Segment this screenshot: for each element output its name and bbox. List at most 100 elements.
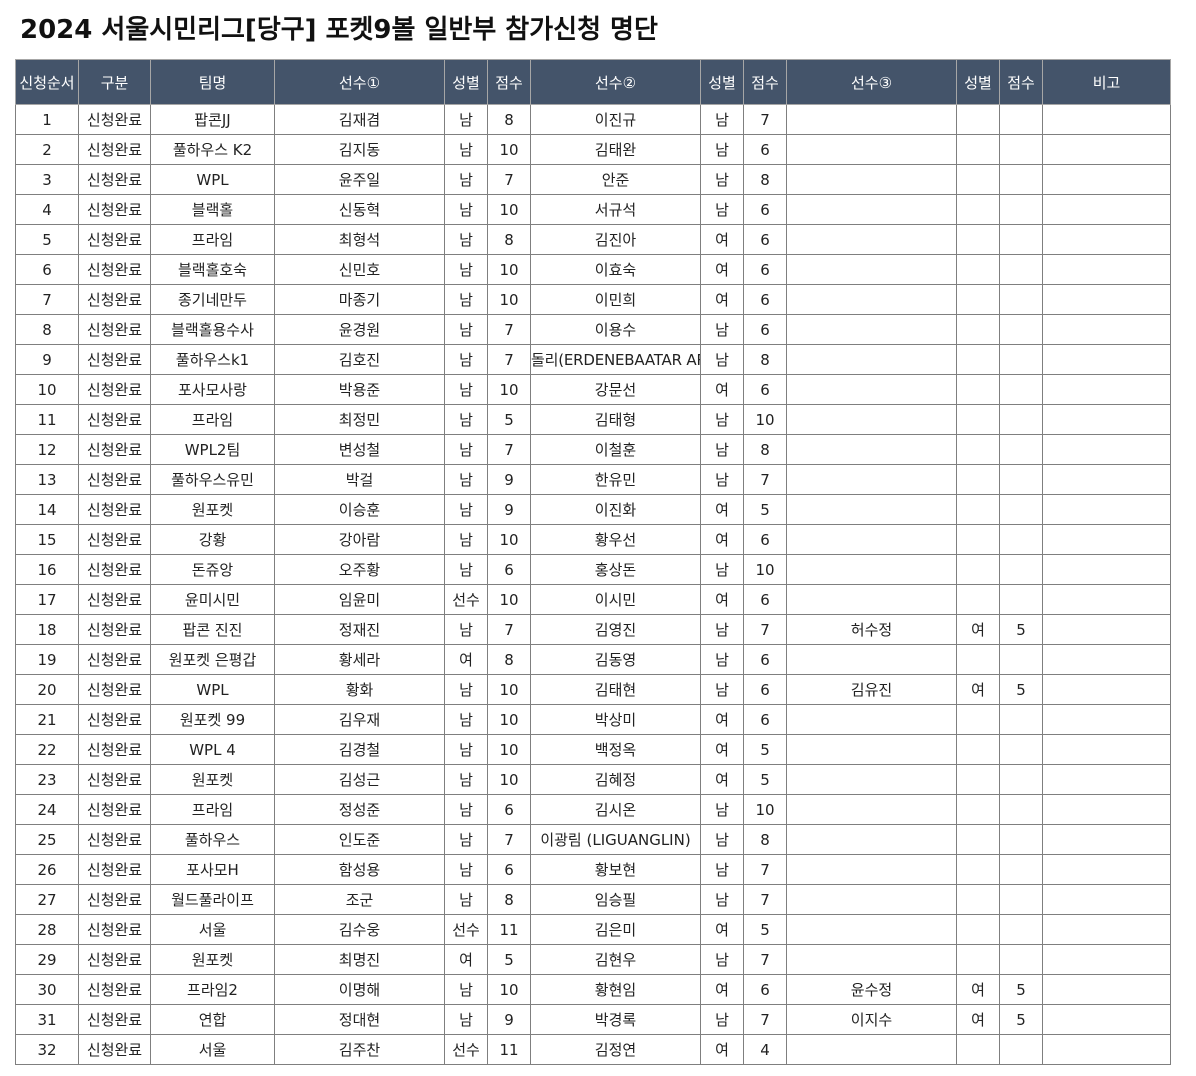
cell-score1: 10	[487, 134, 531, 165]
header-row: 신청순서 구분 팀명 선수① 성별 점수 선수② 성별 점수 선수③ 성별 점수…	[15, 59, 1171, 105]
cell-score2: 6	[743, 314, 787, 345]
cell-player2: 이광림 (LIGUANGLIN)	[530, 824, 701, 855]
cell-gender1: 남	[444, 284, 488, 315]
cell-score2: 8	[743, 434, 787, 465]
cell-gender1: 남	[444, 104, 488, 135]
cell-status: 신청완료	[78, 974, 151, 1005]
table-row: 28 신청완료 서울 김수웅 선수 11 김은미 여 5	[15, 914, 1171, 945]
cell-order: 18	[15, 614, 79, 645]
cell-player1: 김우재	[274, 704, 445, 735]
cell-player1: 임윤미	[274, 584, 445, 615]
cell-status: 신청완료	[78, 134, 151, 165]
cell-order: 14	[15, 494, 79, 525]
cell-team: 연합	[150, 1004, 275, 1035]
cell-player1: 함성용	[274, 854, 445, 885]
cell-player1: 김수웅	[274, 914, 445, 945]
cell-gender3	[956, 914, 1000, 945]
cell-team: 포사모H	[150, 854, 275, 885]
cell-note	[1042, 974, 1171, 1005]
cell-team: 프라임	[150, 794, 275, 825]
cell-gender3	[956, 134, 1000, 165]
cell-score3: 5	[999, 1004, 1043, 1035]
table-row: 31 신청완료 연합 정대현 남 9 박경록 남 7 이지수 여 5	[15, 1004, 1171, 1035]
cell-score3	[999, 734, 1043, 765]
cell-player2: 황현임	[530, 974, 701, 1005]
cell-gender3	[956, 884, 1000, 915]
col-header-team: 팀명	[150, 59, 275, 105]
table-row: 20 신청완료 WPL 황화 남 10 김태현 남 6 김유진 여 5	[15, 674, 1171, 705]
cell-score1: 7	[487, 614, 531, 645]
cell-order: 26	[15, 854, 79, 885]
col-header-player2: 선수②	[530, 59, 701, 105]
cell-gender1: 남	[444, 554, 488, 585]
cell-note	[1042, 344, 1171, 375]
cell-score1: 10	[487, 284, 531, 315]
table-row: 21 신청완료 원포켓 99 김우재 남 10 박상미 여 6	[15, 704, 1171, 735]
cell-order: 3	[15, 164, 79, 195]
cell-team: 종기네만두	[150, 284, 275, 315]
cell-status: 신청완료	[78, 884, 151, 915]
cell-score3	[999, 1034, 1043, 1065]
cell-player3: 김유진	[786, 674, 957, 705]
cell-gender1: 남	[444, 704, 488, 735]
cell-score3	[999, 164, 1043, 195]
cell-player3	[786, 134, 957, 165]
cell-score1: 6	[487, 794, 531, 825]
cell-status: 신청완료	[78, 1004, 151, 1035]
cell-player1: 최형석	[274, 224, 445, 255]
cell-player2: 이철훈	[530, 434, 701, 465]
cell-player3	[786, 344, 957, 375]
cell-order: 9	[15, 344, 79, 375]
cell-status: 신청완료	[78, 434, 151, 465]
table-row: 24 신청완료 프라임 정성준 남 6 김시온 남 10	[15, 794, 1171, 825]
cell-score2: 5	[743, 914, 787, 945]
cell-score3	[999, 404, 1043, 435]
cell-player2: 이용수	[530, 314, 701, 345]
cell-gender1: 남	[444, 344, 488, 375]
cell-order: 24	[15, 794, 79, 825]
cell-note	[1042, 1004, 1171, 1035]
cell-player3	[786, 824, 957, 855]
cell-score3	[999, 554, 1043, 585]
cell-team: 원포켓	[150, 764, 275, 795]
cell-score2: 6	[743, 134, 787, 165]
cell-score3	[999, 134, 1043, 165]
cell-score2: 6	[743, 974, 787, 1005]
cell-gender1: 남	[444, 404, 488, 435]
cell-player2: 황보현	[530, 854, 701, 885]
cell-player3	[786, 524, 957, 555]
cell-score2: 7	[743, 104, 787, 135]
cell-note	[1042, 374, 1171, 405]
cell-player1: 김경철	[274, 734, 445, 765]
cell-gender3	[956, 104, 1000, 135]
cell-gender3	[956, 254, 1000, 285]
cell-gender3	[956, 404, 1000, 435]
cell-player2: 김현우	[530, 944, 701, 975]
cell-score2: 6	[743, 224, 787, 255]
col-header-gender3: 성별	[956, 59, 1000, 105]
cell-score2: 10	[743, 404, 787, 435]
cell-player1: 마종기	[274, 284, 445, 315]
cell-player3	[786, 254, 957, 285]
cell-note	[1042, 644, 1171, 675]
cell-status: 신청완료	[78, 104, 151, 135]
roster-body: 1 신청완료 팝콘JJ 김재겸 남 8 이진규 남 7 2 신청완료 풀하우스 K2 김지동 남 10 김태완…	[15, 104, 1171, 1065]
cell-score1: 9	[487, 464, 531, 495]
cell-gender2: 여	[700, 1034, 744, 1065]
cell-player1: 정성준	[274, 794, 445, 825]
col-header-order: 신청순서	[15, 59, 79, 105]
cell-order: 19	[15, 644, 79, 675]
cell-score1: 7	[487, 824, 531, 855]
table-row: 11 신청완료 프라임 최정민 남 5 김태형 남 10	[15, 404, 1171, 435]
cell-score1: 10	[487, 524, 531, 555]
cell-gender3: 여	[956, 614, 1000, 645]
col-header-score1: 점수	[487, 59, 531, 105]
table-row: 7 신청완료 종기네만두 마종기 남 10 이민희 여 6	[15, 284, 1171, 315]
cell-gender2: 여	[700, 914, 744, 945]
cell-player2: 이진규	[530, 104, 701, 135]
cell-player2: 김혜정	[530, 764, 701, 795]
cell-order: 31	[15, 1004, 79, 1035]
cell-player2: 김태형	[530, 404, 701, 435]
roster-table: 신청순서 구분 팀명 선수① 성별 점수 선수② 성별 점수 선수③ 성별 점수…	[15, 59, 1171, 1065]
cell-order: 16	[15, 554, 79, 585]
